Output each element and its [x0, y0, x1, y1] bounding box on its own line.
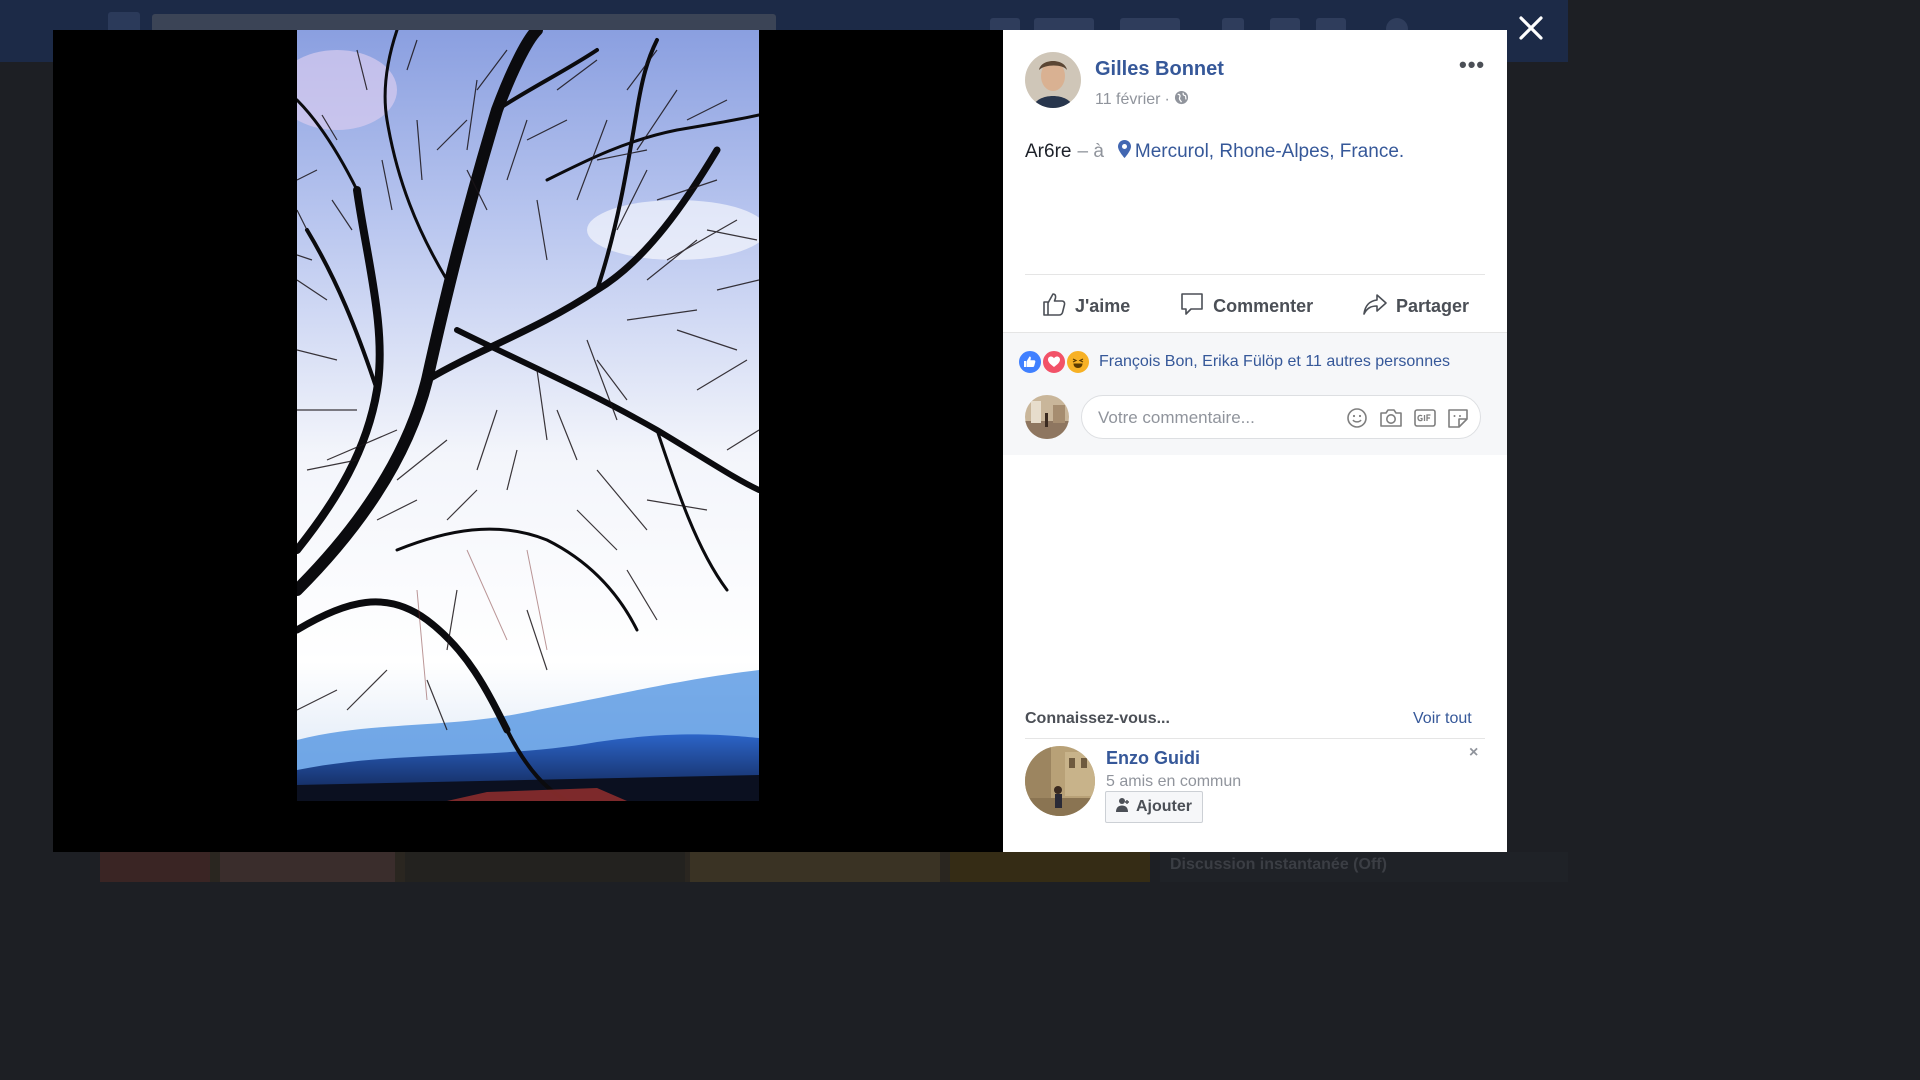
- camera-icon[interactable]: [1379, 407, 1403, 429]
- love-icon: [1041, 349, 1067, 375]
- comment-button[interactable]: Commenter: [1163, 291, 1329, 322]
- share-button[interactable]: Partager: [1346, 291, 1485, 322]
- suggested-person-name[interactable]: Enzo Guidi: [1106, 748, 1200, 769]
- mutual-friends[interactable]: 5 amis en commun: [1106, 773, 1241, 791]
- divider: [1025, 738, 1485, 739]
- comment-label: Commenter: [1213, 295, 1314, 316]
- globe-icon[interactable]: [1174, 90, 1189, 110]
- photo-stage: [53, 30, 1003, 852]
- author-name[interactable]: Gilles Bonnet: [1095, 58, 1224, 81]
- current-user-avatar: [1025, 395, 1069, 439]
- add-friend-icon: [1116, 797, 1130, 818]
- like-button[interactable]: J'aime: [1025, 291, 1146, 322]
- location-link[interactable]: Mercurol, Rhone-Alpes, France: [1135, 141, 1399, 163]
- tree-photo: [297, 30, 759, 801]
- reactions-section: François Bon, Erika Fülöp et 11 autres p…: [1003, 332, 1507, 455]
- see-all-link[interactable]: Voir tout: [1413, 710, 1472, 728]
- post-panel: Gilles Bonnet 11 février · ••• Ar6re – à…: [1003, 30, 1507, 852]
- background-chat-bar: Discussion instantanée (Off): [1160, 852, 1568, 882]
- add-friend-button[interactable]: Ajouter: [1105, 791, 1203, 823]
- close-icon[interactable]: [1514, 14, 1548, 48]
- location-pin-icon: [1117, 140, 1131, 164]
- dismiss-suggestion-button[interactable]: ×: [1469, 744, 1478, 762]
- add-friend-label: Ajouter: [1136, 798, 1192, 815]
- caption-text: Ar6re: [1025, 141, 1072, 162]
- more-options-button[interactable]: •••: [1459, 52, 1485, 78]
- divider: [1025, 274, 1485, 275]
- reaction-summary[interactable]: François Bon, Erika Fülöp et 11 autres p…: [1017, 349, 1450, 375]
- post-meta: 11 février ·: [1095, 90, 1189, 110]
- like-icon: [1017, 349, 1043, 375]
- action-bar: J'aime Commenter Partager: [1025, 286, 1485, 326]
- background-photo-strip: [100, 852, 1150, 882]
- thumbs-up-icon: [1041, 291, 1067, 322]
- suggested-person-avatar[interactable]: [1025, 746, 1095, 816]
- comment-input[interactable]: [1096, 406, 1340, 430]
- share-icon: [1362, 291, 1388, 322]
- pymk-title: Connaissez-vous...: [1025, 710, 1170, 727]
- comment-icon: [1179, 291, 1205, 322]
- sticker-icon[interactable]: [1446, 407, 1470, 429]
- gif-icon[interactable]: [1413, 407, 1437, 429]
- meta-separator: ·: [1164, 91, 1170, 108]
- post-date[interactable]: 11 février: [1095, 91, 1161, 109]
- like-label: J'aime: [1075, 295, 1131, 316]
- haha-icon: [1065, 349, 1091, 375]
- caption-separator: – à: [1077, 141, 1104, 162]
- comment-box: [1081, 395, 1481, 439]
- author-avatar[interactable]: [1025, 52, 1081, 108]
- caption-period: .: [1398, 141, 1405, 162]
- post-caption: Ar6re – à Mercurol, Rhone-Alpes, France …: [1025, 140, 1404, 164]
- reaction-names[interactable]: François Bon, Erika Fülöp et 11 autres p…: [1099, 353, 1450, 371]
- share-label: Partager: [1395, 295, 1469, 316]
- emoji-icon[interactable]: [1346, 407, 1370, 429]
